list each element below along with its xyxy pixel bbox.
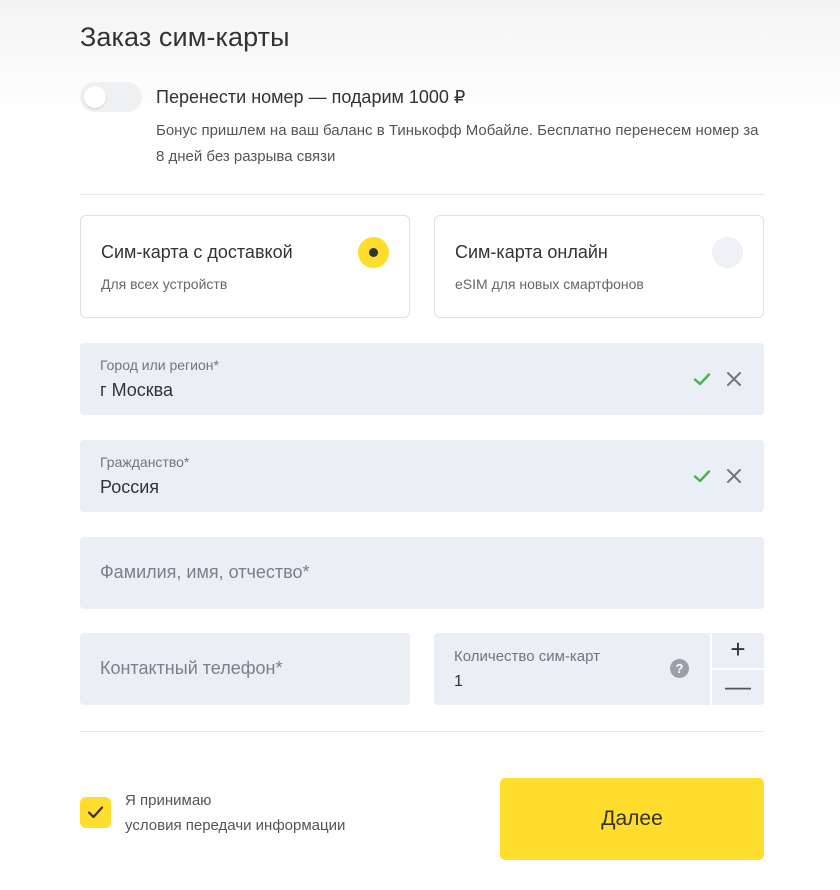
- checkmark-icon: [87, 806, 104, 819]
- sim-count-field[interactable]: Количество сим-карт 1 ?: [434, 633, 710, 705]
- consent-terms-link[interactable]: условия передачи информации: [125, 817, 345, 834]
- divider: [80, 731, 764, 732]
- page-title: Заказ сим-карты: [80, 22, 290, 52]
- next-button[interactable]: Далее: [500, 778, 764, 860]
- phone-placeholder: Контактный телефон*: [100, 658, 283, 678]
- city-field[interactable]: Город или регион* г Москва: [80, 343, 764, 415]
- clear-icon[interactable]: [724, 369, 744, 389]
- sim-option-esim[interactable]: Сим-карта онлайн eSIM для новых смартфон…: [434, 215, 764, 318]
- radio-unselected-icon[interactable]: [712, 237, 743, 268]
- sim-option-title: Сим-карта с доставкой: [101, 242, 293, 262]
- citizenship-field[interactable]: Гражданство* Россия: [80, 440, 764, 512]
- number-transfer-title: Перенести номер — подарим 1000 ₽: [156, 87, 466, 107]
- citizenship-label: Гражданство*: [100, 454, 190, 470]
- citizenship-value: Россия: [100, 477, 160, 497]
- clear-icon[interactable]: [724, 466, 744, 486]
- help-icon[interactable]: ?: [670, 659, 689, 678]
- consent-checkbox[interactable]: [80, 797, 111, 828]
- divider: [80, 194, 764, 195]
- radio-selected-icon[interactable]: [358, 237, 389, 268]
- full-name-placeholder: Фамилия, имя, отчество*: [100, 562, 310, 582]
- sim-option-delivery[interactable]: Сим-карта с доставкой Для всех устройств: [80, 215, 410, 318]
- number-transfer-toggle[interactable]: [80, 82, 142, 112]
- checkmark-icon: [693, 470, 711, 483]
- sim-option-title: Сим-карта онлайн: [455, 242, 608, 262]
- decrement-button[interactable]: —: [712, 670, 764, 705]
- city-label: Город или регион*: [100, 357, 219, 373]
- city-value: г Москва: [100, 380, 174, 400]
- sim-option-subtitle: Для всех устройств: [101, 276, 228, 292]
- sim-option-subtitle: eSIM для новых смартфонов: [455, 276, 644, 292]
- number-transfer-description: Бонус пришлем на ваш баланс в Тинькофф М…: [156, 122, 759, 165]
- phone-field[interactable]: Контактный телефон*: [80, 633, 410, 705]
- toggle-knob: [84, 86, 106, 108]
- full-name-field[interactable]: Фамилия, имя, отчество*: [80, 537, 764, 609]
- consent-text: Я принимаю: [125, 792, 212, 809]
- checkmark-icon: [693, 373, 711, 386]
- sim-count-label: Количество сим-карт: [454, 648, 601, 665]
- sim-count-value: 1: [454, 673, 463, 690]
- increment-button[interactable]: +: [712, 633, 764, 668]
